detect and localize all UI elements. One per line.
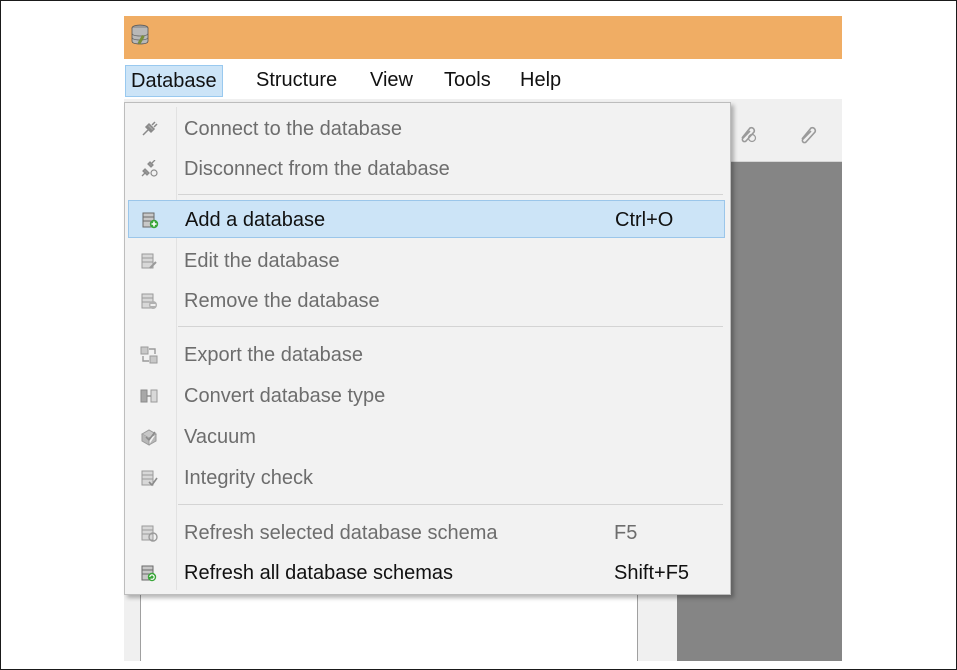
menu-view[interactable]: View: [364, 67, 419, 93]
menu-database[interactable]: Database: [125, 65, 223, 97]
menu-item-label: Export the database: [184, 344, 364, 366]
refresh-all-schemas-icon: [141, 565, 157, 582]
menu-item-add-database[interactable]: Add a database Ctrl+O: [128, 200, 725, 238]
database-remove-icon: [141, 293, 157, 309]
menu-item-label: Convert database type: [184, 385, 386, 407]
menu-item-remove-database[interactable]: Remove the database: [128, 282, 725, 320]
menu-item-shortcut: F5: [614, 522, 638, 544]
database-add-icon: [142, 212, 159, 229]
menu-item-label: Refresh all database schemas: [184, 562, 454, 584]
menu-item-label: Vacuum: [184, 426, 256, 448]
database-menu-dropdown: Connect to the database Disconnect from …: [124, 102, 731, 595]
menu-item-label: Refresh selected database schema: [184, 522, 498, 544]
integrity-check-icon: [141, 470, 158, 487]
menu-bar: Database Structure View Tools Help: [124, 59, 842, 99]
database-edit-icon: [141, 253, 157, 269]
menu-item-convert-type[interactable]: Convert database type: [128, 377, 725, 415]
plug-connect-icon: [142, 121, 158, 136]
refresh-schema-icon: [141, 525, 158, 542]
menu-item-label: Edit the database: [184, 250, 340, 272]
menu-item-shortcut: Ctrl+O: [615, 209, 674, 231]
export-icon: [140, 346, 158, 364]
menu-item-connect[interactable]: Connect to the database: [128, 110, 725, 148]
attach-icon[interactable]: [796, 122, 818, 144]
menu-item-edit-database[interactable]: Edit the database: [128, 242, 725, 280]
plug-disconnect-icon: [141, 160, 158, 177]
menu-item-vacuum[interactable]: Vacuum: [128, 418, 725, 456]
menu-item-label: Remove the database: [184, 290, 380, 312]
menu-item-export-database[interactable]: Export the database: [128, 336, 725, 374]
menu-item-refresh-all-schemas[interactable]: Refresh all database schemas Shift+F5: [128, 554, 725, 592]
menu-item-label: Add a database: [185, 209, 326, 231]
menu-item-label: Connect to the database: [184, 118, 402, 140]
menu-item-label: Disconnect from the database: [184, 158, 450, 180]
menu-separator: [178, 194, 723, 195]
menu-tools[interactable]: Tools: [438, 67, 497, 93]
menu-item-integrity-check[interactable]: Integrity check: [128, 459, 725, 497]
menu-separator: [178, 326, 723, 327]
menu-item-label: Integrity check: [184, 467, 313, 489]
title-bar: [124, 16, 842, 59]
menu-help[interactable]: Help: [514, 67, 567, 93]
menu-item-refresh-selected-schema[interactable]: Refresh selected database schema F5: [128, 514, 725, 552]
menu-item-shortcut: Shift+F5: [614, 562, 690, 584]
attach-add-icon[interactable]: [736, 122, 758, 144]
database-app-icon: [131, 24, 149, 45]
vacuum-icon: [140, 429, 158, 446]
menu-structure[interactable]: Structure: [250, 67, 343, 93]
menu-item-disconnect[interactable]: Disconnect from the database: [128, 150, 725, 188]
convert-icon: [140, 389, 158, 403]
menu-separator: [178, 504, 723, 505]
